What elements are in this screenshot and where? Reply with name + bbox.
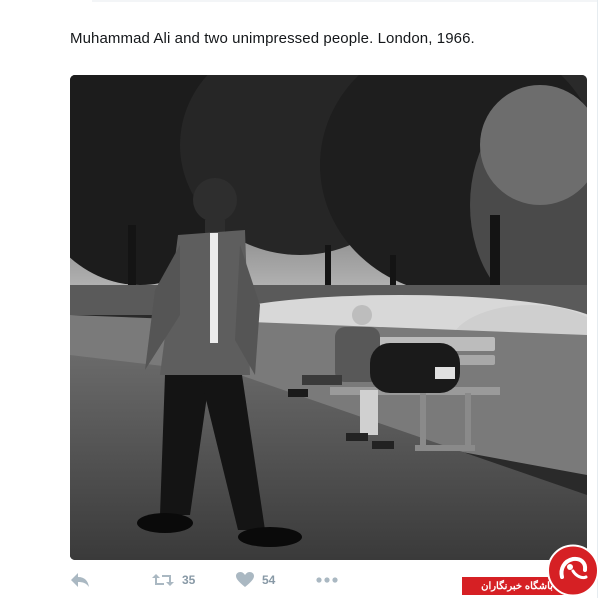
- watermark-logo: باشگاه خبرنگاران: [462, 543, 600, 598]
- card-divider: [92, 0, 597, 2]
- retweet-icon: [152, 572, 174, 588]
- tweet-photo[interactable]: [70, 75, 587, 560]
- photo-illustration: [70, 75, 587, 560]
- more-button[interactable]: [316, 568, 338, 592]
- more-dots-icon: [316, 576, 338, 584]
- reply-icon: [70, 572, 90, 588]
- tweet-text: Muhammad Ali and two unimpressed people.…: [70, 30, 475, 47]
- reply-button[interactable]: [70, 568, 90, 592]
- tweet-actions: 35 54: [70, 568, 370, 592]
- retweet-count: 35: [182, 573, 196, 587]
- heart-icon: [236, 572, 254, 588]
- retweet-button[interactable]: 35: [152, 568, 195, 592]
- watermark-emblem-icon: [546, 543, 600, 598]
- like-button[interactable]: 54: [236, 568, 275, 592]
- like-count: 54: [262, 573, 276, 587]
- tweet-card: Muhammad Ali and two unimpressed people.…: [0, 0, 598, 598]
